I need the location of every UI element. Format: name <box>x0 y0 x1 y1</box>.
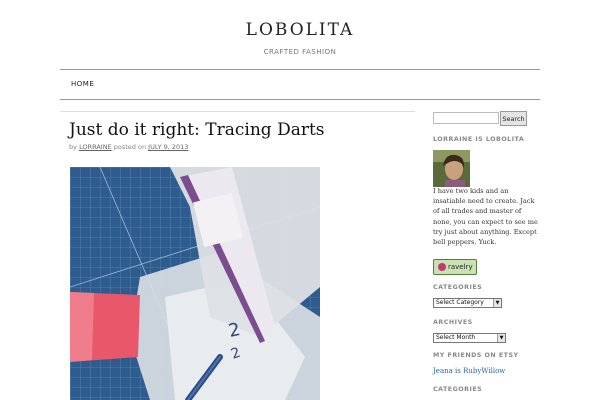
ravelry-badge[interactable]: ravelry <box>433 259 477 275</box>
archive-select-value: Select Month <box>436 334 476 341</box>
post-date-link[interactable]: JULY 9, 2013 <box>148 143 188 151</box>
post-meta: by LORRAINE posted on JULY 9, 2013 <box>69 143 188 151</box>
about-bio: I have two kids and an insatiable need t… <box>433 187 538 247</box>
post-image: 2 2 <box>70 167 320 400</box>
site-title[interactable]: LOBOLITA <box>0 20 600 40</box>
archive-select[interactable]: Select Month ▼ <box>433 333 506 343</box>
categories2-widget-title: CATEGORIES <box>433 386 483 393</box>
meta-posted-text: posted on <box>113 143 147 151</box>
about-widget-title: LORRAINE IS LOBOLITA <box>433 136 525 143</box>
site-tagline: CRAFTED FASHION <box>263 48 337 56</box>
chevron-down-icon: ▼ <box>497 334 505 342</box>
category-select[interactable]: Select Category ▼ <box>433 298 502 308</box>
archives-widget-title: ARCHIVES <box>433 319 473 326</box>
categories-widget-title: CATEGORIES <box>433 284 483 291</box>
search-button[interactable]: Search <box>500 111 527 126</box>
ravelry-logo-icon <box>438 263 446 271</box>
meta-by-text: by <box>69 143 77 151</box>
search-input[interactable] <box>433 112 499 124</box>
post-author-link[interactable]: LORRAINE <box>79 143 112 151</box>
etsy-friend-link[interactable]: Jeana is RubyWillow <box>433 367 505 375</box>
category-select-value: Select Category <box>436 299 484 306</box>
nav-item-home[interactable]: HOME <box>71 80 94 88</box>
ravelry-label: ravelry <box>448 263 473 271</box>
content-divider <box>60 111 415 112</box>
chevron-down-icon: ▼ <box>493 299 501 307</box>
main-nav: HOME <box>60 69 540 100</box>
avatar <box>433 150 470 187</box>
post-title[interactable]: Just do it right: Tracing Darts <box>69 120 325 140</box>
friends-widget-title: MY FRIENDS ON ETSY <box>433 352 519 359</box>
